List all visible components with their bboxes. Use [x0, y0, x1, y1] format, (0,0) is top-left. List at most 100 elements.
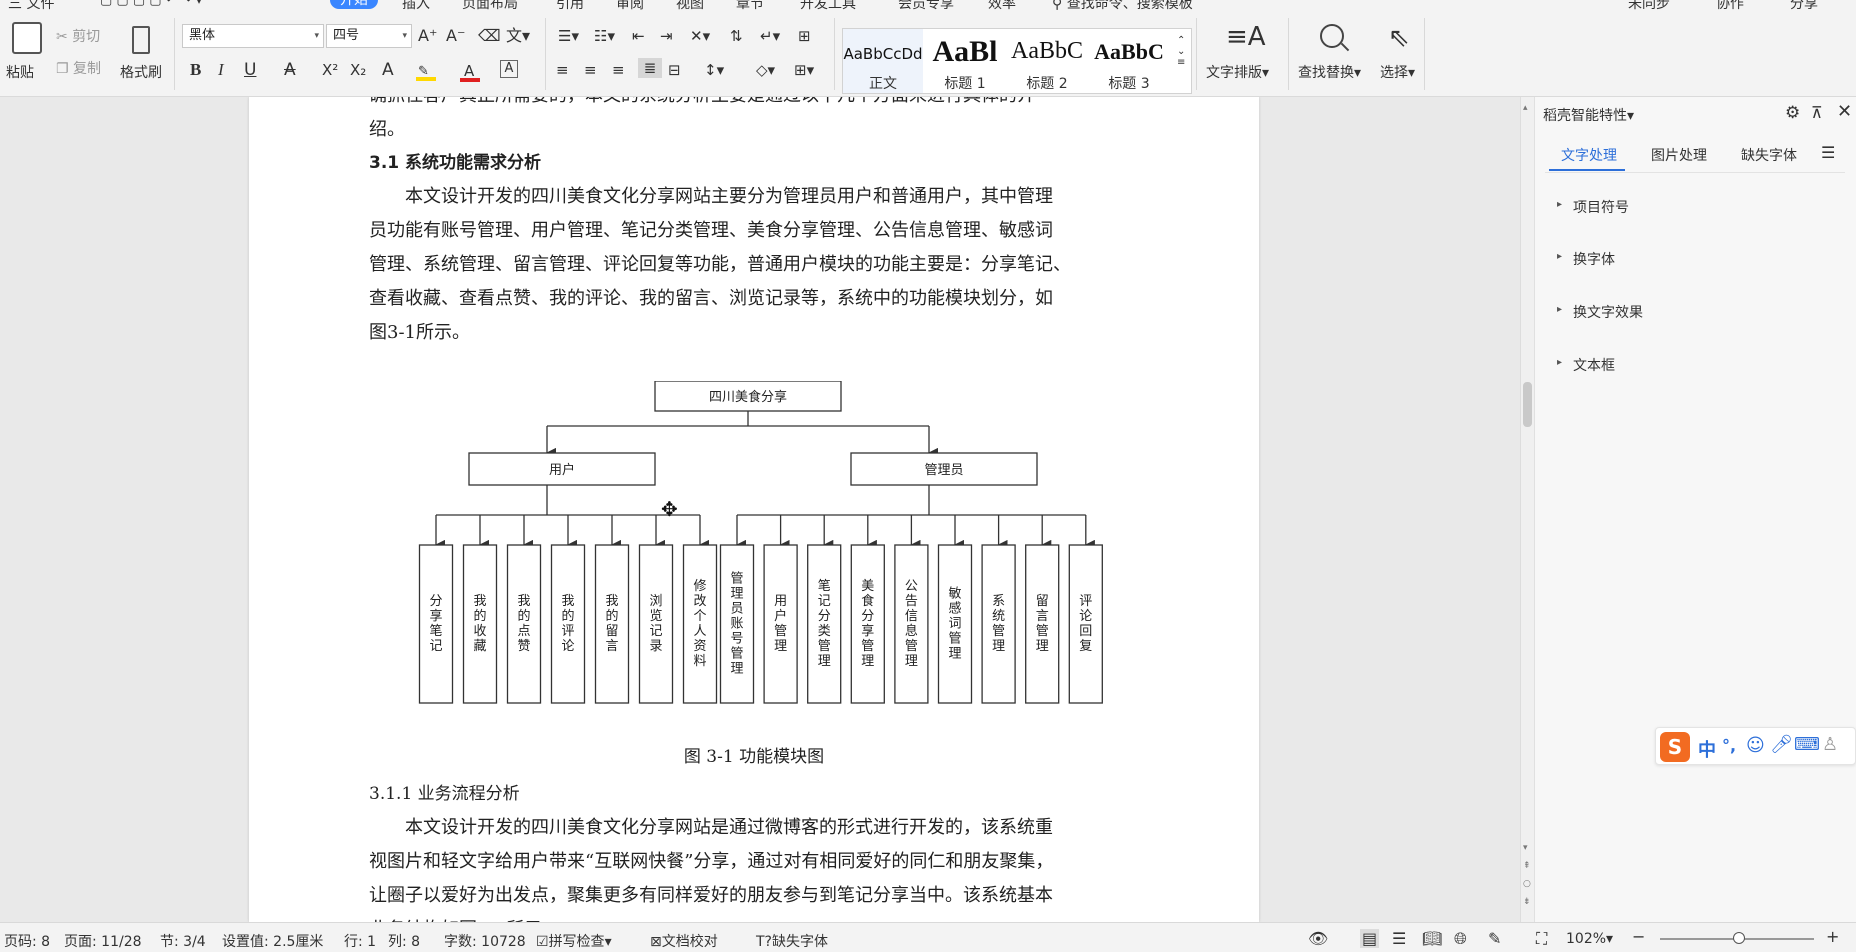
- quick-access-icons[interactable]: ▢ ▢ ▢ ▢ ↶ ↷ ▾: [100, 0, 202, 8]
- copy-button[interactable]: ❐ 复制: [56, 58, 101, 78]
- tab-chapter[interactable]: 章节: [736, 0, 764, 12]
- share-button[interactable]: 分享: [1790, 0, 1818, 12]
- file-menu[interactable]: 三 文件: [8, 0, 54, 12]
- menu-icon[interactable]: ☰: [1821, 143, 1835, 162]
- ime-punctuation[interactable]: °,: [1722, 736, 1736, 755]
- gallery-scroll-icon[interactable]: ⌃ ⌄ ≡: [1177, 35, 1185, 68]
- tab-home[interactable]: 开始: [330, 0, 378, 9]
- find-replace-button[interactable]: 查找替换▾: [1298, 62, 1361, 82]
- ime-toolbar[interactable]: S 中 °, ☺ 🎤︎ ⌨ ♙: [1655, 727, 1856, 765]
- reading-view-icon[interactable]: 📖︎: [1422, 929, 1442, 948]
- style-heading-1[interactable]: AaBl 标题 1: [925, 29, 1005, 93]
- doc-proofread-button[interactable]: ⊠文档校对: [650, 931, 718, 951]
- user-icon[interactable]: ♙: [1822, 734, 1838, 755]
- bullet-list-icon[interactable]: ☰▾: [558, 26, 579, 46]
- page-view-icon[interactable]: ▤: [1360, 929, 1380, 948]
- italic-icon[interactable]: I: [218, 60, 224, 80]
- format-painter-button[interactable]: 格式刷: [120, 62, 162, 82]
- style-heading-2[interactable]: AaBbC 标题 2: [1007, 29, 1087, 93]
- strikethrough-icon[interactable]: A: [284, 60, 296, 80]
- collaborate-button[interactable]: 协作: [1716, 0, 1744, 12]
- status-section[interactable]: 节: 3/4: [160, 931, 206, 951]
- vertical-scrollbar[interactable]: ▴ ▾ ⇞ ○ ⇟: [1520, 97, 1534, 922]
- command-search[interactable]: ⚲ 查找命令、搜索模板: [1052, 0, 1193, 12]
- underline-icon[interactable]: U: [244, 60, 256, 80]
- status-row[interactable]: 行: 1: [344, 931, 376, 951]
- panel-item-text-effect[interactable]: ▸ 换文字效果: [1557, 302, 1643, 322]
- missing-font-button[interactable]: T?缺失字体: [756, 931, 828, 951]
- align-left-icon[interactable]: ≡: [556, 60, 569, 80]
- line-spacing-icon[interactable]: ↕▾: [704, 60, 724, 80]
- spell-check-button[interactable]: ☑拼写检查▾: [536, 931, 612, 951]
- text-layout-button[interactable]: 文字排版▾: [1206, 62, 1269, 82]
- emoji-icon[interactable]: ☺: [1746, 735, 1765, 756]
- microphone-icon[interactable]: 🎤︎: [1770, 734, 1793, 755]
- status-pages[interactable]: 页面: 11/28: [64, 931, 142, 951]
- bold-icon[interactable]: B: [190, 60, 201, 80]
- align-right-icon[interactable]: ≡: [612, 60, 625, 80]
- outline-view-icon[interactable]: ☰: [1392, 929, 1406, 948]
- text-direction-icon[interactable]: ✕▾: [690, 26, 710, 46]
- decrease-indent-icon[interactable]: ⇤: [632, 26, 645, 46]
- tab-image-processing[interactable]: 图片处理: [1651, 145, 1707, 165]
- style-normal[interactable]: AaBbCcDd 正文: [843, 29, 923, 93]
- table-convert-icon[interactable]: ⊞: [798, 26, 811, 46]
- panel-item-change-font[interactable]: ▸ 换字体: [1557, 249, 1615, 269]
- char-border-icon[interactable]: A: [500, 60, 518, 78]
- status-word-count[interactable]: 字数: 10728: [444, 931, 526, 951]
- status-page-number[interactable]: 页码: 8: [4, 931, 50, 951]
- function-module-diagram[interactable]: 四川美食分享用户 管理员分享笔记我的收藏我的点赞我的评论我的留言浏览记录修改个人资…: [379, 381, 1139, 721]
- status-setting[interactable]: 设置值: 2.5厘米: [222, 931, 323, 951]
- numbered-list-icon[interactable]: ☷▾: [594, 26, 615, 46]
- keyboard-icon[interactable]: ⌨: [1794, 734, 1820, 755]
- select-cursor-icon[interactable]: ⇖: [1388, 24, 1410, 52]
- panel-title[interactable]: 稻壳智能特性▾: [1543, 105, 1634, 125]
- font-size-select[interactable]: 四号 ▾: [326, 24, 412, 48]
- tab-developer[interactable]: 开发工具: [800, 0, 856, 12]
- pen-icon[interactable]: ✎: [1488, 929, 1501, 948]
- show-marks-icon[interactable]: ↵▾: [760, 26, 780, 46]
- shrink-font-icon[interactable]: A⁻: [446, 26, 465, 46]
- align-center-icon[interactable]: ≡: [584, 60, 597, 80]
- font-name-select[interactable]: 黑体 ▾: [182, 24, 324, 48]
- gear-icon[interactable]: ⚙: [1785, 103, 1800, 123]
- clear-format-icon[interactable]: ⌫: [478, 26, 501, 46]
- panel-item-textbox[interactable]: ▸ 文本框: [1557, 355, 1615, 375]
- tab-review[interactable]: 审阅: [616, 0, 644, 12]
- scroll-up-icon[interactable]: ▴: [1523, 103, 1528, 113]
- ime-language[interactable]: 中: [1698, 736, 1716, 762]
- subscript-icon[interactable]: X₂: [350, 60, 366, 80]
- phonetic-icon[interactable]: 文▾: [506, 26, 530, 46]
- panel-item-bullets[interactable]: ▸ 项目符号: [1557, 197, 1629, 217]
- style-heading-3[interactable]: AaBbC 标题 3: [1089, 29, 1169, 93]
- zoom-slider-thumb[interactable]: [1732, 932, 1745, 944]
- tab-insert[interactable]: 插入: [402, 0, 430, 12]
- text-layout-icon[interactable]: ≡A: [1226, 22, 1266, 52]
- shading-icon[interactable]: ◇▾: [756, 60, 775, 80]
- sort-icon[interactable]: ⇅: [730, 26, 743, 46]
- format-painter-icon[interactable]: [132, 26, 150, 54]
- font-color-icon[interactable]: A: [460, 62, 480, 82]
- zoom-in-icon[interactable]: +: [1826, 927, 1839, 946]
- grow-font-icon[interactable]: A⁺: [418, 26, 437, 46]
- distribute-icon[interactable]: ⊟: [668, 60, 681, 80]
- paste-button[interactable]: 粘贴: [6, 62, 34, 82]
- sogou-logo-icon[interactable]: S: [1660, 732, 1690, 762]
- pin-icon[interactable]: ⊼: [1811, 103, 1823, 122]
- tab-member[interactable]: 会员专享: [898, 0, 954, 12]
- select-button[interactable]: 选择▾: [1380, 62, 1415, 82]
- zoom-out-icon[interactable]: −: [1632, 927, 1645, 946]
- superscript-icon[interactable]: X²: [322, 60, 338, 80]
- tab-references[interactable]: 引用: [556, 0, 584, 12]
- scroll-thumb[interactable]: [1523, 382, 1532, 427]
- web-view-icon[interactable]: 🌐︎: [1454, 929, 1467, 949]
- text-effect-icon[interactable]: A: [382, 60, 394, 80]
- tab-text-processing[interactable]: 文字处理: [1561, 145, 1617, 165]
- tab-view[interactable]: 视图: [676, 0, 704, 12]
- tab-efficiency[interactable]: 效率: [988, 0, 1016, 12]
- cut-button[interactable]: ✂ 剪切: [56, 26, 100, 46]
- justify-icon[interactable]: ≣: [638, 58, 662, 78]
- sync-status[interactable]: 未同步: [1628, 0, 1670, 12]
- fit-page-icon[interactable]: ⛶: [1536, 929, 1547, 949]
- eye-protect-icon[interactable]: 👁︎: [1308, 929, 1328, 948]
